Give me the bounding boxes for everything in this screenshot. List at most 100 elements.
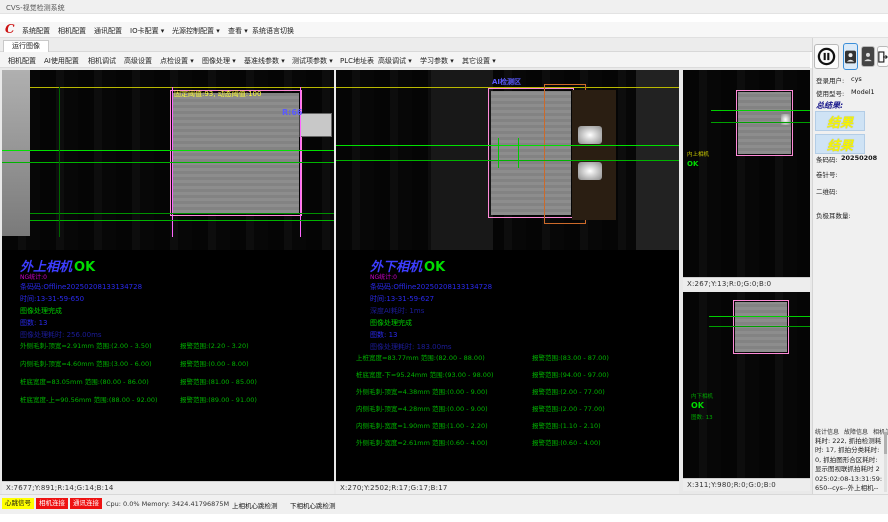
measurement-line: 内侧毛刺-顶宽=4.60mm 范围:(3.00 - 6.00) bbox=[20, 358, 152, 368]
tab-run-image[interactable]: 运行图像 bbox=[3, 40, 49, 52]
title-bar: CVS-视觉检测系统 bbox=[0, 0, 888, 14]
ng-count-line: NG统计:0 bbox=[370, 272, 397, 281]
camera-view-outer-top[interactable]: 固定阈值:93, 动态阈值:100 R:66 外上相机OK NG统计:0 条码码… bbox=[2, 70, 334, 494]
pixel-coord-text: X:7677;Y:891;R:14;G:14;B:14 bbox=[6, 484, 114, 492]
overlay-green-line-4 bbox=[30, 220, 334, 221]
alarm-range: 报警范围:(81.00 - 85.00) bbox=[180, 376, 257, 386]
measurement-line: 内侧毛刺-顶宽=4.28mm 范围:(0.00 - 9.00) bbox=[356, 403, 488, 413]
camera-image-inner-top[interactable]: 内上相机 OK bbox=[683, 70, 810, 277]
scrollbar-thumb[interactable] bbox=[884, 432, 887, 454]
tool-image-proc[interactable]: 图像处理 ▾ bbox=[202, 56, 236, 66]
tool-spot-check[interactable]: 点检设置 ▾ bbox=[160, 56, 194, 66]
heartbeat-badge: 心跳信号 bbox=[2, 498, 34, 509]
connector-part bbox=[299, 113, 332, 137]
small-view-status: OK bbox=[687, 160, 698, 168]
measurement-line: 外侧毛刺-宽度=2.61mm 范围:(0.60 - 4.00) bbox=[356, 437, 488, 447]
info-tab-stats[interactable]: 统计信息 bbox=[815, 429, 839, 436]
tool-plc-table[interactable]: PLC地址表 bbox=[340, 56, 374, 66]
overlay-green-line-1 bbox=[711, 110, 810, 111]
comm-link-badge: 通讯连接 bbox=[70, 498, 102, 509]
operator-icon bbox=[863, 51, 873, 63]
small-view-frame-count: 图数: 13 bbox=[691, 413, 713, 421]
menu-item-comm[interactable]: 通讯配置 bbox=[94, 26, 122, 36]
alarm-range: 报警范围:(1.10 - 2.10) bbox=[532, 420, 601, 430]
user-mode-button[interactable] bbox=[843, 43, 858, 70]
window-title: CVS-视觉检测系统 bbox=[6, 3, 65, 13]
alarm-range: 报警范围:(0.60 - 4.00) bbox=[532, 437, 601, 447]
tool-advanced[interactable]: 高级设置 bbox=[124, 56, 152, 66]
menu-item-view[interactable]: 查看 ▾ bbox=[228, 26, 248, 36]
pause-button[interactable] bbox=[814, 44, 839, 69]
overlay-yellow-line bbox=[30, 87, 334, 88]
ai-region-label: AI检测区 bbox=[492, 77, 521, 87]
pause-icon bbox=[817, 47, 836, 66]
result-box-text: 结果 bbox=[827, 135, 853, 154]
result-box-text: 结果 bbox=[827, 112, 853, 131]
tool-other[interactable]: 其它设置 ▾ bbox=[462, 56, 496, 66]
process-time-line: 图像处理耗时: 183.00ms bbox=[370, 342, 452, 352]
tool-baseline[interactable]: 基准线参数 ▾ bbox=[244, 56, 285, 66]
dark-cavity-region bbox=[572, 90, 616, 220]
menu-item-language[interactable]: 系统语言切换 bbox=[252, 26, 294, 36]
info-tab-fault[interactable]: 故障信息 bbox=[844, 429, 868, 436]
frame-count-line: 图数: 13 bbox=[20, 318, 48, 328]
barcode-label: 条码码: bbox=[816, 154, 838, 164]
process-done-line: 图像处理完成 bbox=[20, 306, 62, 316]
camera-view-outer-bottom[interactable]: AI检测区 外下相机OK NG统计:0 条码码:Offline202502081… bbox=[336, 70, 679, 494]
camera-link-badge: 相机连接 bbox=[36, 498, 68, 509]
menu-bar: C 系统配置 相机配置 通讯配置 IO卡配置 ▾ 光源控制配置 ▾ 查看 ▾ 系… bbox=[0, 22, 888, 38]
measurement-line: 外侧毛刺-顶宽=2.91mm 范围:(2.00 - 3.50) bbox=[20, 340, 152, 350]
overlay-green-line-2 bbox=[2, 162, 334, 163]
measurement-line: 桩底宽度=83.05mm 范围:(80.00 - 86.00) bbox=[20, 376, 149, 386]
time-line: 时间:13-31-59-627 bbox=[370, 294, 434, 304]
menu-item-camera[interactable]: 相机配置 bbox=[58, 26, 86, 36]
alarm-range: 报警范围:(94.00 - 97.00) bbox=[532, 369, 609, 379]
status-ok: OK bbox=[424, 260, 445, 275]
pixel-coord-text: X:311;Y:980;R:0;G:0;B:0 bbox=[687, 481, 776, 489]
app-window: CVS-视觉检测系统 C 系统配置 相机配置 通讯配置 IO卡配置 ▾ 光源控制… bbox=[0, 0, 888, 522]
barcode-line: 条码码:Offline20250208133134728 bbox=[370, 282, 492, 292]
menu-item-iocard[interactable]: IO卡配置 ▾ bbox=[130, 26, 164, 36]
lower-camera-heartbeat: 下相机心跳检测 bbox=[290, 500, 336, 510]
camera-image-outer-top[interactable]: 固定阈值:93, 动态阈值:100 R:66 bbox=[2, 70, 334, 250]
tool-camera-config[interactable]: 相机配置 bbox=[8, 56, 36, 66]
overlay-green-vline-2 bbox=[518, 138, 519, 168]
user-icon bbox=[845, 50, 856, 64]
small-view-status: OK bbox=[691, 401, 704, 410]
overlay-green-line-2 bbox=[709, 326, 810, 327]
camera-view-inner-top[interactable]: 内上相机 OK X:267;Y:13;R:0;G:0;B:0 bbox=[683, 70, 810, 290]
alarm-range: 报警范围:(2.00 - 77.00) bbox=[532, 403, 605, 413]
camera-image-outer-bottom[interactable]: AI检测区 bbox=[336, 70, 679, 250]
menu-item-system[interactable]: 系统配置 bbox=[22, 26, 50, 36]
operator-mode-button[interactable] bbox=[861, 46, 875, 67]
tool-camera-debug[interactable]: 相机调试 bbox=[88, 56, 116, 66]
info-scrollbar[interactable] bbox=[884, 430, 887, 492]
menu-item-light[interactable]: 光源控制配置 ▾ bbox=[172, 26, 220, 36]
small-view-caption: 内下相机 bbox=[691, 392, 713, 400]
workpiece-region bbox=[735, 302, 787, 352]
toolbar: 相机配置 AI使用配置 相机调试 高级设置 点检设置 ▾ 图像处理 ▾ 基准线参… bbox=[0, 52, 810, 68]
bright-spot-1 bbox=[578, 126, 602, 144]
login-user-value[interactable]: cys bbox=[851, 75, 862, 83]
pixel-coord-text: X:270;Y:2502;R:17;G:17;B:17 bbox=[340, 484, 448, 492]
tool-learn-params[interactable]: 学习参数 ▾ bbox=[420, 56, 454, 66]
bright-spot bbox=[781, 114, 790, 125]
tool-ai-config[interactable]: AI使用配置 bbox=[44, 56, 79, 66]
measurement-line: 内侧毛刺-宽度=1.90mm 范围:(1.00 - 2.20) bbox=[356, 420, 488, 430]
workpiece-region bbox=[173, 93, 299, 213]
region-label: R:66 bbox=[282, 108, 303, 117]
right-sidebar: 登录用户: cys 使用型号: Model1 总结果: 结果 结果 条码码: 2… bbox=[812, 38, 888, 494]
camera-image-inner-bottom[interactable]: 内下相机 OK 图数: 13 bbox=[683, 292, 810, 478]
exit-button[interactable] bbox=[877, 46, 888, 67]
measurement-line: 桩底宽度-上=90.56mm 范围:(88.00 - 92.00) bbox=[20, 394, 158, 404]
small-view-caption: 内上相机 bbox=[687, 150, 709, 158]
pixel-coord-bar: X:311;Y:980;R:0;G:0;B:0 bbox=[683, 478, 810, 491]
camera-view-inner-bottom[interactable]: 内下相机 OK 图数: 13 X:311;Y:980;R:0;G:0;B:0 bbox=[683, 292, 810, 491]
model-value[interactable]: Model1 bbox=[851, 88, 875, 96]
status-ok: OK bbox=[74, 260, 95, 275]
overlay-green-line-1 bbox=[2, 150, 334, 151]
tool-test-params[interactable]: 测试项参数 ▾ bbox=[292, 56, 333, 66]
tool-adv-debug[interactable]: 高级调试 ▾ bbox=[378, 56, 412, 66]
ai-time-line: 深度AI耗时: 1ms bbox=[370, 306, 424, 316]
overlay-green-line-1 bbox=[336, 145, 679, 146]
